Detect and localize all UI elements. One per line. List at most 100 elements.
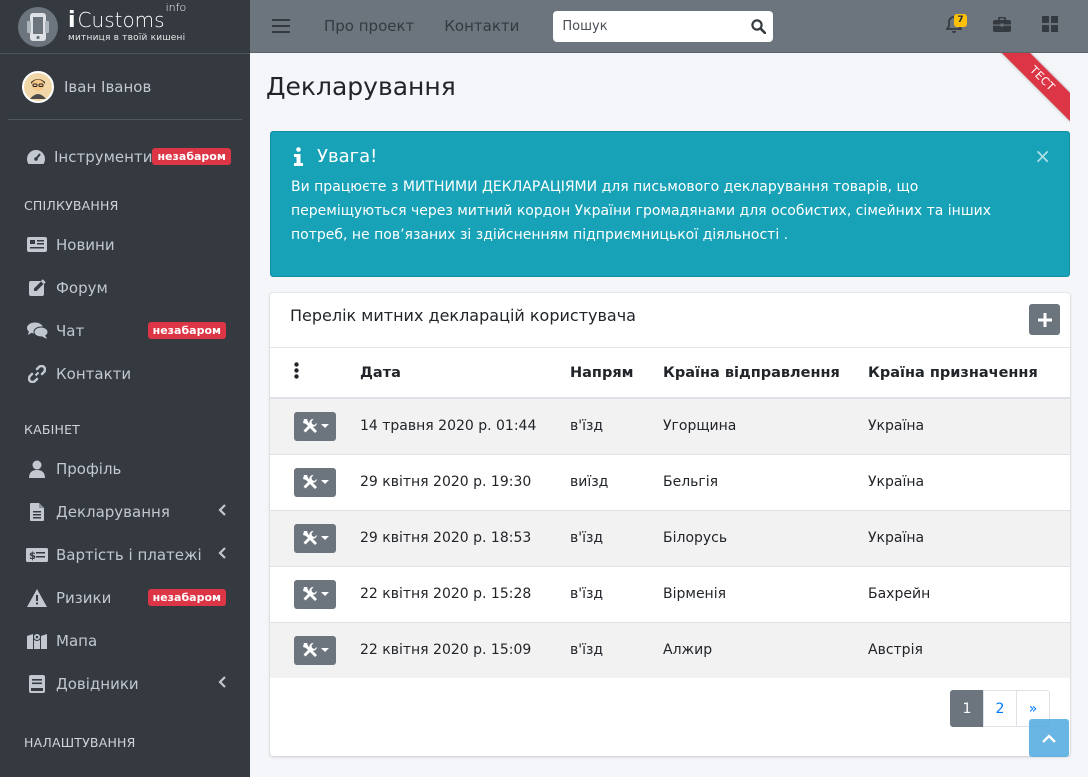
sidebar-item-risks[interactable]: Ризики незабаром	[8, 576, 242, 619]
sidebar-nav: Інструменти незабаром СПІЛКУВАННЯ Новини…	[0, 135, 250, 760]
grid-icon	[1042, 16, 1058, 36]
nav-link-contacts[interactable]: Контакти	[444, 17, 519, 35]
row-actions-button[interactable]	[294, 523, 336, 553]
phone-icon	[18, 6, 58, 47]
money-icon: $	[26, 544, 48, 566]
column-header-destination-country[interactable]: Країна призначення	[868, 348, 1070, 398]
row-actions-button[interactable]	[294, 635, 336, 665]
section-header-settings: НАЛАШТУВАННЯ	[24, 735, 136, 750]
caret-down-icon	[320, 592, 329, 596]
cell-date: 29 квітня 2020 р. 18:53	[360, 530, 532, 546]
cell-origin-country: Бельгія	[663, 474, 719, 490]
briefcase-button[interactable]	[978, 0, 1026, 53]
tools-icon	[302, 643, 317, 658]
status-badge: незабаром	[147, 589, 226, 606]
sidebar-item-news[interactable]: Новини	[8, 223, 242, 266]
brand-name: i Customsinfo	[68, 1, 187, 33]
column-header-date[interactable]: Дата	[360, 348, 570, 398]
cell-date: 14 травня 2020 р. 01:44	[360, 418, 537, 435]
nav-link-about[interactable]: Про проект	[324, 17, 414, 35]
status-badge: незабаром	[147, 322, 226, 339]
map-icon	[26, 630, 48, 652]
apps-button[interactable]	[1026, 0, 1074, 53]
scroll-to-top-button[interactable]	[1029, 719, 1069, 757]
sidebar-item-forum[interactable]: Форум	[8, 266, 242, 309]
cell-direction: в'їзд	[570, 586, 604, 602]
table-row: 22 квітня 2020 р. 15:28 в'їзд Вірменія Бахр…	[270, 566, 1070, 622]
tools-icon	[302, 475, 317, 489]
svg-text:$: $	[29, 551, 36, 562]
chevron-left-icon	[218, 675, 226, 692]
table-row: 29 квітня 2020 р. 19:30 виїзд Бельгія Украї…	[270, 454, 1070, 510]
cell-direction: в'їзд	[570, 530, 604, 546]
brand-tagline: митниця в твоїй кишені	[68, 33, 186, 43]
row-actions-button[interactable]	[294, 579, 336, 609]
cell-direction: в'їзд	[570, 418, 604, 435]
avatar	[22, 70, 54, 103]
page-link[interactable]: 2	[983, 690, 1017, 727]
chevron-left-icon	[218, 503, 226, 520]
link-icon	[26, 363, 48, 385]
caret-down-icon	[320, 480, 329, 484]
column-header-origin-country[interactable]: Країна відправлення	[663, 348, 868, 398]
table-row: 22 квітня 2020 р. 15:09 в'їзд Алжир Австрія	[270, 622, 1070, 678]
page-title: Декларування	[266, 72, 456, 101]
topbar: Про проект Контакти 7	[250, 0, 1088, 53]
search-icon[interactable]	[743, 11, 773, 42]
add-declaration-button[interactable]	[1029, 304, 1060, 335]
menu-toggle-icon[interactable]	[272, 17, 290, 35]
row-actions-cell	[270, 454, 360, 510]
sidebar-item-payments[interactable]: $ Вартість і платежі	[8, 533, 242, 576]
comments-icon	[26, 320, 48, 342]
row-actions-button[interactable]	[294, 467, 336, 497]
cell-direction: в'їзд	[570, 642, 604, 659]
row-actions-cell	[270, 510, 360, 566]
notifications-count-badge: 7	[954, 13, 967, 27]
sidebar-item-contacts[interactable]: Контакти	[8, 352, 242, 395]
cell-origin-country: Білорусь	[663, 530, 728, 546]
sidebar-item-chat[interactable]: Чат незабаром	[8, 309, 242, 352]
search-input[interactable]	[553, 18, 744, 34]
cell-direction: виїзд	[570, 474, 609, 490]
column-header-direction[interactable]: Напрям	[570, 348, 663, 398]
alert-title: Увага!	[317, 146, 378, 167]
cell-destination-country: Україна	[868, 418, 925, 435]
chevron-up-icon	[1042, 733, 1056, 743]
page-link[interactable]: 1	[950, 690, 984, 727]
warning-icon	[26, 587, 48, 609]
table-row: 29 квітня 2020 р. 18:53 в'їзд Білорусь Укра…	[270, 510, 1070, 566]
cell-destination-country: Україна	[868, 530, 925, 546]
declarations-table: Дата Напрям Країна відправлення Країна п…	[270, 348, 1070, 678]
row-actions-cell	[270, 398, 360, 454]
sidebar-item-map[interactable]: Мапа	[8, 619, 242, 662]
alert-text: Ви працюєте з МИТНИМИ ДЕКЛАРАЦІЯМИ для п…	[291, 179, 992, 243]
user-icon	[26, 458, 48, 480]
vertical-dots-icon	[294, 362, 299, 379]
user-panel[interactable]: Іван Іванов	[8, 54, 242, 120]
tools-icon	[302, 587, 317, 601]
close-icon[interactable]: ×	[1034, 144, 1051, 168]
plus-icon	[1037, 312, 1052, 327]
caret-down-icon	[320, 424, 329, 429]
sidebar-item-references[interactable]: Довідники	[8, 662, 242, 705]
sidebar-item-profile[interactable]: Профіль	[8, 447, 242, 490]
notifications-button[interactable]: 7	[930, 0, 978, 53]
table-row: 14 травня 2020 р. 01:44 в'їзд Угорщина Укра…	[270, 398, 1070, 454]
column-options[interactable]	[270, 348, 360, 398]
caret-down-icon	[320, 536, 329, 540]
sidebar-item-declarations[interactable]: Декларування	[8, 490, 242, 533]
user-name: Іван Іванов	[64, 77, 152, 96]
cell-origin-country: Угорщина	[663, 418, 737, 435]
cell-date: 22 квітня 2020 р. 15:09	[360, 642, 532, 659]
tools-icon	[302, 419, 317, 434]
cell-date: 29 квітня 2020 р. 19:30	[360, 474, 532, 490]
book-icon	[26, 673, 48, 695]
row-actions-button[interactable]	[294, 411, 336, 441]
brand[interactable]: i Customsinfo митниця в твоїй кишені	[0, 0, 250, 54]
row-actions-cell	[270, 566, 360, 622]
newspaper-icon	[26, 234, 48, 256]
declarations-card: Перелік митних декларацій користувача Да…	[270, 293, 1070, 756]
cell-date: 22 квітня 2020 р. 15:28	[360, 586, 532, 602]
section-header-communication: СПІЛКУВАННЯ	[24, 198, 119, 213]
sidebar-item-tools[interactable]: Інструменти незабаром	[8, 135, 242, 178]
